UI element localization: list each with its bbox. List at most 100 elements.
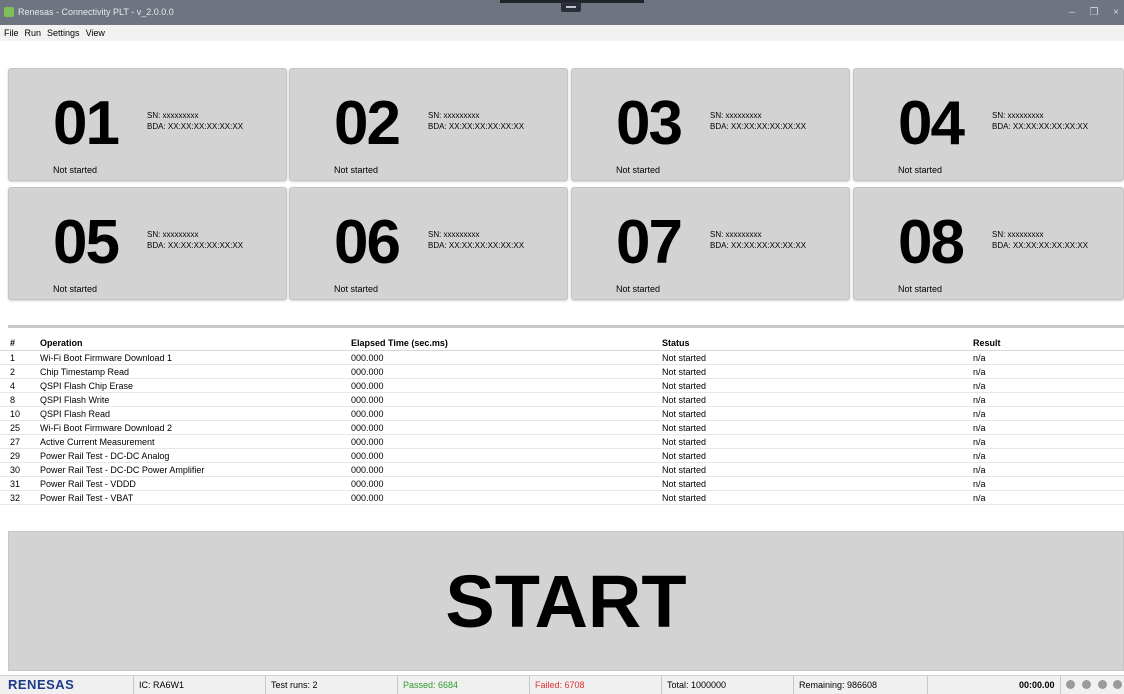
row-status: Not started [662, 420, 973, 435]
row-index: 8 [0, 392, 40, 407]
column-header-result[interactable]: Result [973, 336, 1124, 351]
station-serial: SN: xxxxxxxxx [992, 111, 1044, 120]
station-bda: BDA: XX:XX:XX:XX:XX:XX [710, 122, 807, 131]
station-number: 05 [53, 208, 120, 277]
station-tile-05[interactable]: 05 SN: xxxxxxxxx BDA: XX:XX:XX:XX:XX:XX … [8, 187, 287, 300]
station-number: 07 [616, 208, 683, 277]
row-operation: QSPI Flash Read [40, 406, 351, 421]
station-bda: BDA: XX:XX:XX:XX:XX:XX [992, 241, 1089, 250]
row-operation: QSPI Flash Write [40, 392, 351, 407]
table-row[interactable]: 4 QSPI Flash Chip Erase 000.000 Not started… [0, 378, 1124, 393]
splitter[interactable] [8, 325, 1124, 328]
row-elapsed: 000.000 [351, 476, 662, 491]
row-index: 29 [0, 448, 40, 463]
column-header-index[interactable]: # [0, 336, 40, 351]
row-elapsed: 000.000 [351, 406, 662, 421]
start-button-label: START [445, 560, 687, 643]
row-result: n/a [973, 364, 1124, 379]
row-operation: QSPI Flash Chip Erase [40, 378, 351, 393]
elapsed-timer: 00:00.00 [1019, 680, 1055, 690]
renesas-logo: RENESAS [8, 677, 75, 692]
row-operation: Power Rail Test - VBAT [40, 490, 351, 505]
status-divider [1060, 676, 1061, 694]
row-status: Not started [662, 406, 973, 421]
row-status: Not started [662, 490, 973, 505]
table-row[interactable]: 25 Wi-Fi Boot Firmware Download 2 000.000 N… [0, 420, 1124, 435]
row-result: n/a [973, 378, 1124, 393]
minimize-button[interactable]: – [1062, 0, 1082, 25]
station-number: 01 [53, 89, 120, 158]
table-row[interactable]: 32 Power Rail Test - VBAT 000.000 Not start… [0, 490, 1124, 505]
station-state: Not started [334, 284, 379, 294]
snap-handle-icon[interactable] [561, 2, 581, 12]
window-title: Renesas - Connectivity PLT - v_2.0.0.0 [18, 7, 174, 17]
indicator-dot-icon [1082, 680, 1091, 689]
menu-file[interactable]: File [0, 25, 21, 41]
station-bda: BDA: XX:XX:XX:XX:XX:XX [147, 241, 244, 250]
station-tile-07[interactable]: 07 SN: xxxxxxxxx BDA: XX:XX:XX:XX:XX:XX … [571, 187, 850, 300]
station-state: Not started [898, 165, 943, 175]
table-row[interactable]: 2 Chip Timestamp Read 000.000 Not started n/… [0, 364, 1124, 379]
close-button[interactable]: × [1106, 0, 1124, 25]
station-state: Not started [53, 165, 98, 175]
row-status: Not started [662, 434, 973, 449]
station-bda: BDA: XX:XX:XX:XX:XX:XX [992, 122, 1089, 131]
row-result: n/a [973, 420, 1124, 435]
station-serial: SN: xxxxxxxxx [710, 230, 762, 239]
row-result: n/a [973, 392, 1124, 407]
station-tile-01[interactable]: 01 SN: xxxxxxxxx BDA: XX:XX:XX:XX:XX:XX … [8, 68, 287, 181]
menu-view[interactable]: View [82, 25, 107, 41]
table-header-row: # Operation Elapsed Time (sec.ms) Status… [0, 336, 1124, 351]
column-header-elapsed[interactable]: Elapsed Time (sec.ms) [351, 336, 662, 351]
station-number: 02 [334, 89, 401, 158]
station-tile-06[interactable]: 06 SN: xxxxxxxxx BDA: XX:XX:XX:XX:XX:XX … [289, 187, 568, 300]
station-number: 03 [616, 89, 683, 158]
row-operation: Wi-Fi Boot Firmware Download 1 [40, 350, 351, 365]
row-operation: Active Current Measurement [40, 434, 351, 449]
row-operation: Wi-Fi Boot Firmware Download 2 [40, 420, 351, 435]
row-index: 27 [0, 434, 40, 449]
indicator-dot-icon [1113, 680, 1122, 689]
station-tile-04[interactable]: 04 SN: xxxxxxxxx BDA: XX:XX:XX:XX:XX:XX … [853, 68, 1124, 181]
station-serial: SN: xxxxxxxxx [147, 230, 199, 239]
menu-bar: File Run Settings View [0, 25, 1124, 41]
indicator-dot-icon [1098, 680, 1107, 689]
station-serial: SN: xxxxxxxxx [147, 111, 199, 120]
row-index: 25 [0, 420, 40, 435]
row-result: n/a [973, 406, 1124, 421]
station-tile-08[interactable]: 08 SN: xxxxxxxxx BDA: XX:XX:XX:XX:XX:XX … [853, 187, 1124, 300]
station-state: Not started [616, 284, 661, 294]
row-operation: Power Rail Test - DC-DC Power Amplifier [40, 462, 351, 477]
table-row[interactable]: 27 Active Current Measurement 000.000 Not s… [0, 434, 1124, 449]
row-elapsed: 000.000 [351, 364, 662, 379]
station-bda: BDA: XX:XX:XX:XX:XX:XX [147, 122, 244, 131]
row-status: Not started [662, 392, 973, 407]
start-button[interactable]: START [8, 531, 1124, 671]
row-result: n/a [973, 448, 1124, 463]
station-state: Not started [616, 165, 661, 175]
table-row[interactable]: 1 Wi-Fi Boot Firmware Download 1 000.000 No… [0, 350, 1124, 365]
row-elapsed: 000.000 [351, 378, 662, 393]
station-bda: BDA: XX:XX:XX:XX:XX:XX [710, 241, 807, 250]
station-number: 04 [898, 89, 965, 158]
menu-run[interactable]: Run [21, 25, 44, 41]
table-row[interactable]: 8 QSPI Flash Write 000.000 Not started n/a [0, 392, 1124, 407]
row-elapsed: 000.000 [351, 434, 662, 449]
table-row[interactable]: 29 Power Rail Test - DC-DC Analog 000.000 N… [0, 448, 1124, 463]
station-tile-03[interactable]: 03 SN: xxxxxxxxx BDA: XX:XX:XX:XX:XX:XX … [571, 68, 850, 181]
station-state: Not started [53, 284, 98, 294]
failed-count: Failed: 6708 [529, 676, 661, 694]
table-row[interactable]: 30 Power Rail Test - DC-DC Power Amplifie… [0, 462, 1124, 477]
menu-settings[interactable]: Settings [43, 25, 82, 41]
table-row[interactable]: 31 Power Rail Test - VDDD 000.000 Not start… [0, 476, 1124, 491]
column-header-operation[interactable]: Operation [40, 336, 351, 351]
station-number: 06 [334, 208, 401, 277]
column-header-status[interactable]: Status [662, 336, 973, 351]
restore-button[interactable]: ❐ [1084, 0, 1104, 25]
row-index: 32 [0, 490, 40, 505]
app-icon [4, 7, 14, 17]
station-tile-02[interactable]: 02 SN: xxxxxxxxx BDA: XX:XX:XX:XX:XX:XX … [289, 68, 568, 181]
operations-table[interactable]: # Operation Elapsed Time (sec.ms) Status… [0, 336, 1124, 514]
table-row[interactable]: 10 QSPI Flash Read 000.000 Not started n/a [0, 406, 1124, 421]
station-serial: SN: xxxxxxxxx [992, 230, 1044, 239]
